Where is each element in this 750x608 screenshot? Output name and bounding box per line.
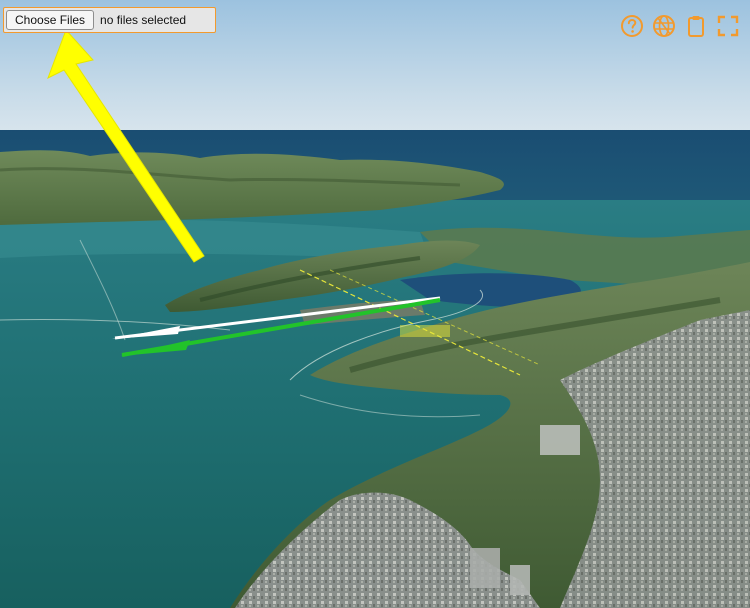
globe-button[interactable]: [652, 14, 676, 38]
fullscreen-icon: [717, 15, 739, 37]
choose-files-button[interactable]: Choose Files: [6, 10, 95, 30]
clipboard-button[interactable]: [684, 14, 708, 38]
map-viewport[interactable]: [0, 0, 750, 608]
help-button[interactable]: [620, 14, 644, 38]
terrain-scene: [0, 0, 750, 608]
file-chooser: Choose Files no files selected: [3, 7, 216, 33]
viewer-toolbar: [620, 14, 740, 38]
clipboard-icon: [688, 16, 704, 37]
globe-icon: [653, 15, 675, 37]
fullscreen-button[interactable]: [716, 14, 740, 38]
file-status-text: no files selected: [100, 13, 187, 27]
help-icon: [621, 15, 643, 37]
